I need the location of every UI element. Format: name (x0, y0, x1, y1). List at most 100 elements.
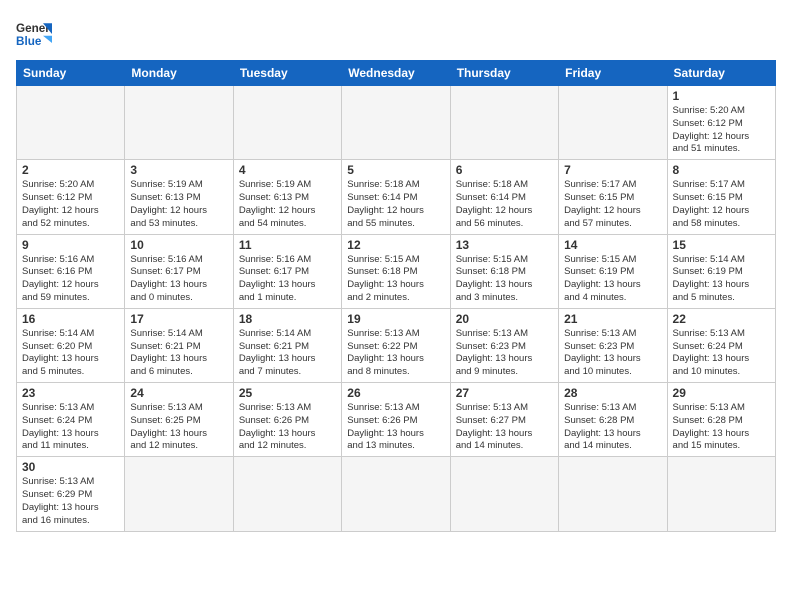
calendar-week-row: 1 Sunrise: 5:20 AM Sunset: 6:12 PM Daylig… (17, 86, 776, 160)
calendar-table: SundayMondayTuesdayWednesdayThursdayFrid… (16, 60, 776, 532)
day-info: Sunrise: 5:13 AM Sunset: 6:22 PM Dayligh… (347, 328, 444, 379)
day-number: 9 (22, 238, 119, 252)
calendar-day-cell: 3 Sunrise: 5:19 AM Sunset: 6:13 PM Daylig… (125, 160, 233, 234)
day-number: 24 (130, 386, 227, 400)
day-info: Sunrise: 5:13 AM Sunset: 6:24 PM Dayligh… (22, 402, 119, 453)
calendar-day-cell: 29Sunrise: 5:13 AM Sunset: 6:28 PM Dayli… (667, 383, 775, 457)
calendar-day-cell (450, 457, 558, 531)
weekday-header-row: SundayMondayTuesdayWednesdayThursdayFrid… (17, 61, 776, 86)
day-number: 3 (130, 163, 227, 177)
calendar-day-cell (125, 457, 233, 531)
calendar-day-cell: 2Sunrise: 5:20 AM Sunset: 6:12 PM Daylig… (17, 160, 125, 234)
calendar-day-cell (667, 457, 775, 531)
day-info: Sunrise: 5:13 AM Sunset: 6:29 PM Dayligh… (22, 476, 119, 527)
weekday-header-tuesday: Tuesday (233, 61, 341, 86)
header: General Blue (16, 16, 776, 52)
day-info: Sunrise: 5:16 AM Sunset: 6:16 PM Dayligh… (22, 254, 119, 305)
calendar-day-cell: 10Sunrise: 5:16 AM Sunset: 6:17 PM Dayli… (125, 234, 233, 308)
day-info: Sunrise: 5:16 AM Sunset: 6:17 PM Dayligh… (239, 254, 336, 305)
calendar-day-cell: 12 Sunrise: 5:15 AM Sunset: 6:18 PM Dayli… (342, 234, 450, 308)
day-info: Sunrise: 5:18 AM Sunset: 6:14 PM Dayligh… (456, 179, 553, 230)
day-info: Sunrise: 5:19 AM Sunset: 6:13 PM Dayligh… (239, 179, 336, 230)
day-info: Sunrise: 5:13 AM Sunset: 6:28 PM Dayligh… (564, 402, 661, 453)
calendar-day-cell (559, 86, 667, 160)
calendar-day-cell: 8Sunrise: 5:17 AM Sunset: 6:15 PM Daylig… (667, 160, 775, 234)
day-number: 20 (456, 312, 553, 326)
calendar-day-cell: 23 Sunrise: 5:13 AM Sunset: 6:24 PM Dayli… (17, 383, 125, 457)
calendar-day-cell: 4Sunrise: 5:19 AM Sunset: 6:13 PM Daylig… (233, 160, 341, 234)
calendar-day-cell: 19 Sunrise: 5:13 AM Sunset: 6:22 PM Dayli… (342, 308, 450, 382)
calendar-day-cell: 1 Sunrise: 5:20 AM Sunset: 6:12 PM Daylig… (667, 86, 775, 160)
weekday-header-friday: Friday (559, 61, 667, 86)
day-number: 30 (22, 460, 119, 474)
calendar-week-row: 23 Sunrise: 5:13 AM Sunset: 6:24 PM Dayli… (17, 383, 776, 457)
logo: General Blue (16, 16, 52, 52)
day-number: 11 (239, 238, 336, 252)
calendar-day-cell: 17Sunrise: 5:14 AM Sunset: 6:21 PM Dayli… (125, 308, 233, 382)
weekday-header-sunday: Sunday (17, 61, 125, 86)
calendar-day-cell: 27 Sunrise: 5:13 AM Sunset: 6:27 PM Dayli… (450, 383, 558, 457)
calendar-day-cell (125, 86, 233, 160)
day-number: 25 (239, 386, 336, 400)
calendar-day-cell: 21 Sunrise: 5:13 AM Sunset: 6:23 PM Dayli… (559, 308, 667, 382)
day-number: 8 (673, 163, 770, 177)
calendar-day-cell: 16 Sunrise: 5:14 AM Sunset: 6:20 PM Dayli… (17, 308, 125, 382)
day-info: Sunrise: 5:15 AM Sunset: 6:18 PM Dayligh… (347, 254, 444, 305)
day-number: 21 (564, 312, 661, 326)
day-number: 23 (22, 386, 119, 400)
calendar-day-cell: 18Sunrise: 5:14 AM Sunset: 6:21 PM Dayli… (233, 308, 341, 382)
calendar-day-cell: 14Sunrise: 5:15 AM Sunset: 6:19 PM Dayli… (559, 234, 667, 308)
day-number: 27 (456, 386, 553, 400)
day-number: 17 (130, 312, 227, 326)
calendar-day-cell: 7Sunrise: 5:17 AM Sunset: 6:15 PM Daylig… (559, 160, 667, 234)
day-info: Sunrise: 5:13 AM Sunset: 6:26 PM Dayligh… (239, 402, 336, 453)
calendar-day-cell: 13 Sunrise: 5:15 AM Sunset: 6:18 PM Dayli… (450, 234, 558, 308)
day-info: Sunrise: 5:14 AM Sunset: 6:20 PM Dayligh… (22, 328, 119, 379)
day-info: Sunrise: 5:13 AM Sunset: 6:26 PM Dayligh… (347, 402, 444, 453)
day-info: Sunrise: 5:13 AM Sunset: 6:25 PM Dayligh… (130, 402, 227, 453)
day-number: 14 (564, 238, 661, 252)
day-number: 26 (347, 386, 444, 400)
calendar-week-row: 2Sunrise: 5:20 AM Sunset: 6:12 PM Daylig… (17, 160, 776, 234)
day-info: Sunrise: 5:13 AM Sunset: 6:23 PM Dayligh… (456, 328, 553, 379)
day-info: Sunrise: 5:15 AM Sunset: 6:18 PM Dayligh… (456, 254, 553, 305)
day-info: Sunrise: 5:19 AM Sunset: 6:13 PM Dayligh… (130, 179, 227, 230)
calendar-day-cell: 9 Sunrise: 5:16 AM Sunset: 6:16 PM Daylig… (17, 234, 125, 308)
calendar-day-cell (450, 86, 558, 160)
day-info: Sunrise: 5:14 AM Sunset: 6:19 PM Dayligh… (673, 254, 770, 305)
svg-text:Blue: Blue (16, 35, 42, 48)
calendar-day-cell: 24 Sunrise: 5:13 AM Sunset: 6:25 PM Dayli… (125, 383, 233, 457)
calendar-day-cell: 22Sunrise: 5:13 AM Sunset: 6:24 PM Dayli… (667, 308, 775, 382)
day-number: 19 (347, 312, 444, 326)
calendar-week-row: 30 Sunrise: 5:13 AM Sunset: 6:29 PM Dayli… (17, 457, 776, 531)
calendar-day-cell: 6 Sunrise: 5:18 AM Sunset: 6:14 PM Daylig… (450, 160, 558, 234)
day-info: Sunrise: 5:17 AM Sunset: 6:15 PM Dayligh… (564, 179, 661, 230)
weekday-header-monday: Monday (125, 61, 233, 86)
calendar-day-cell (342, 457, 450, 531)
calendar-day-cell (233, 86, 341, 160)
calendar-day-cell (342, 86, 450, 160)
day-info: Sunrise: 5:13 AM Sunset: 6:24 PM Dayligh… (673, 328, 770, 379)
generalblue-logo-icon: General Blue (16, 16, 52, 52)
calendar-day-cell (17, 86, 125, 160)
weekday-header-wednesday: Wednesday (342, 61, 450, 86)
calendar-day-cell (559, 457, 667, 531)
day-number: 13 (456, 238, 553, 252)
calendar-day-cell: 25 Sunrise: 5:13 AM Sunset: 6:26 PM Dayli… (233, 383, 341, 457)
day-info: Sunrise: 5:13 AM Sunset: 6:23 PM Dayligh… (564, 328, 661, 379)
calendar-day-cell (233, 457, 341, 531)
day-info: Sunrise: 5:16 AM Sunset: 6:17 PM Dayligh… (130, 254, 227, 305)
day-number: 6 (456, 163, 553, 177)
calendar-day-cell: 15Sunrise: 5:14 AM Sunset: 6:19 PM Dayli… (667, 234, 775, 308)
day-info: Sunrise: 5:13 AM Sunset: 6:27 PM Dayligh… (456, 402, 553, 453)
calendar-day-cell: 26 Sunrise: 5:13 AM Sunset: 6:26 PM Dayli… (342, 383, 450, 457)
day-info: Sunrise: 5:18 AM Sunset: 6:14 PM Dayligh… (347, 179, 444, 230)
calendar-day-cell: 20 Sunrise: 5:13 AM Sunset: 6:23 PM Dayli… (450, 308, 558, 382)
day-number: 1 (673, 89, 770, 103)
day-number: 16 (22, 312, 119, 326)
day-info: Sunrise: 5:14 AM Sunset: 6:21 PM Dayligh… (239, 328, 336, 379)
calendar-day-cell: 11 Sunrise: 5:16 AM Sunset: 6:17 PM Dayli… (233, 234, 341, 308)
day-number: 12 (347, 238, 444, 252)
weekday-header-thursday: Thursday (450, 61, 558, 86)
day-info: Sunrise: 5:20 AM Sunset: 6:12 PM Dayligh… (673, 105, 770, 156)
